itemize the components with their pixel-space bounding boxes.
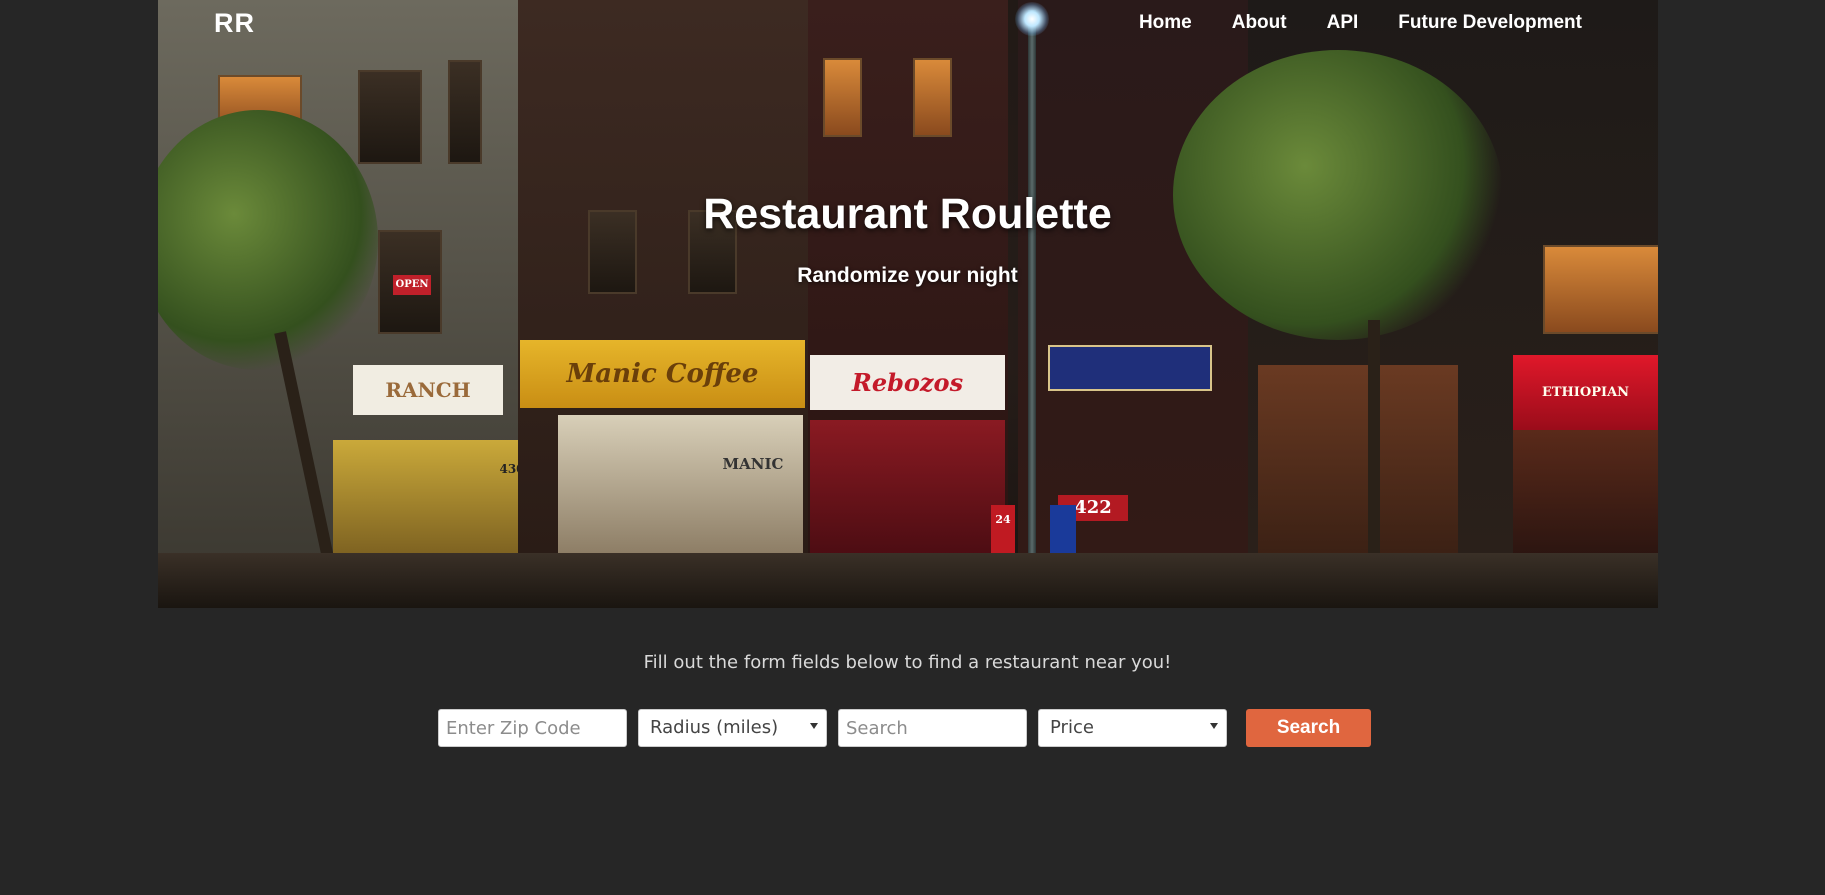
radius-select[interactable]: Radius (miles) [638,709,827,747]
zip-code-input[interactable] [438,709,627,747]
radius-select-value: Radius (miles) [650,717,779,738]
window [358,70,422,164]
lamp-light [1015,2,1049,36]
storefront-right-2 [1513,430,1658,560]
window [448,60,482,164]
newspaper-box-blue [1050,505,1076,560]
storefront-rebozos [810,420,1005,560]
manic-coffee-sign: Manic Coffee [520,340,805,408]
nav-future-development[interactable]: Future Development [1398,12,1582,34]
search-input[interactable] [838,709,1027,747]
search-button[interactable]: Search [1246,709,1371,747]
persian-sign [1048,345,1212,391]
sidewalk [158,553,1658,608]
nav-api[interactable]: API [1327,12,1359,34]
hero-banner: OPEN RANCH 430 Manic Coffee MANIC Rebozo… [158,0,1658,608]
window [1543,245,1658,334]
nav-about[interactable]: About [1232,12,1287,34]
chevron-down-icon [810,723,818,729]
price-select[interactable]: Price [1038,709,1227,747]
page: OPEN RANCH 430 Manic Coffee MANIC Rebozo… [0,0,1825,895]
price-select-value: Price [1050,717,1094,738]
window [823,58,862,137]
window [913,58,952,137]
tree-trunk [1368,320,1380,590]
hero-subtitle: Randomize your night [797,264,1018,287]
storefront-manic [558,415,803,560]
form-instructions: Fill out the form fields below to find a… [643,652,1172,673]
nav-menu: Home About API Future Development [1139,12,1582,34]
rebozos-sign: Rebozos [810,355,1005,410]
hero-title: Restaurant Roulette [703,190,1112,238]
search-form: Radius (miles) Price Search [438,709,1371,747]
storefront-ranch [333,440,518,560]
nav-home[interactable]: Home [1139,12,1192,34]
newspaper-box: 24 [991,505,1015,560]
ranch-sign: RANCH [353,365,503,415]
manic-window-sign: MANIC [722,455,784,473]
storefront-right-1 [1258,365,1458,560]
street-lamp [1028,10,1036,590]
brand-logo[interactable]: RR [214,8,255,39]
chevron-down-icon [1210,723,1218,729]
ethiopian-sign: ETHIOPIAN [1513,355,1658,430]
